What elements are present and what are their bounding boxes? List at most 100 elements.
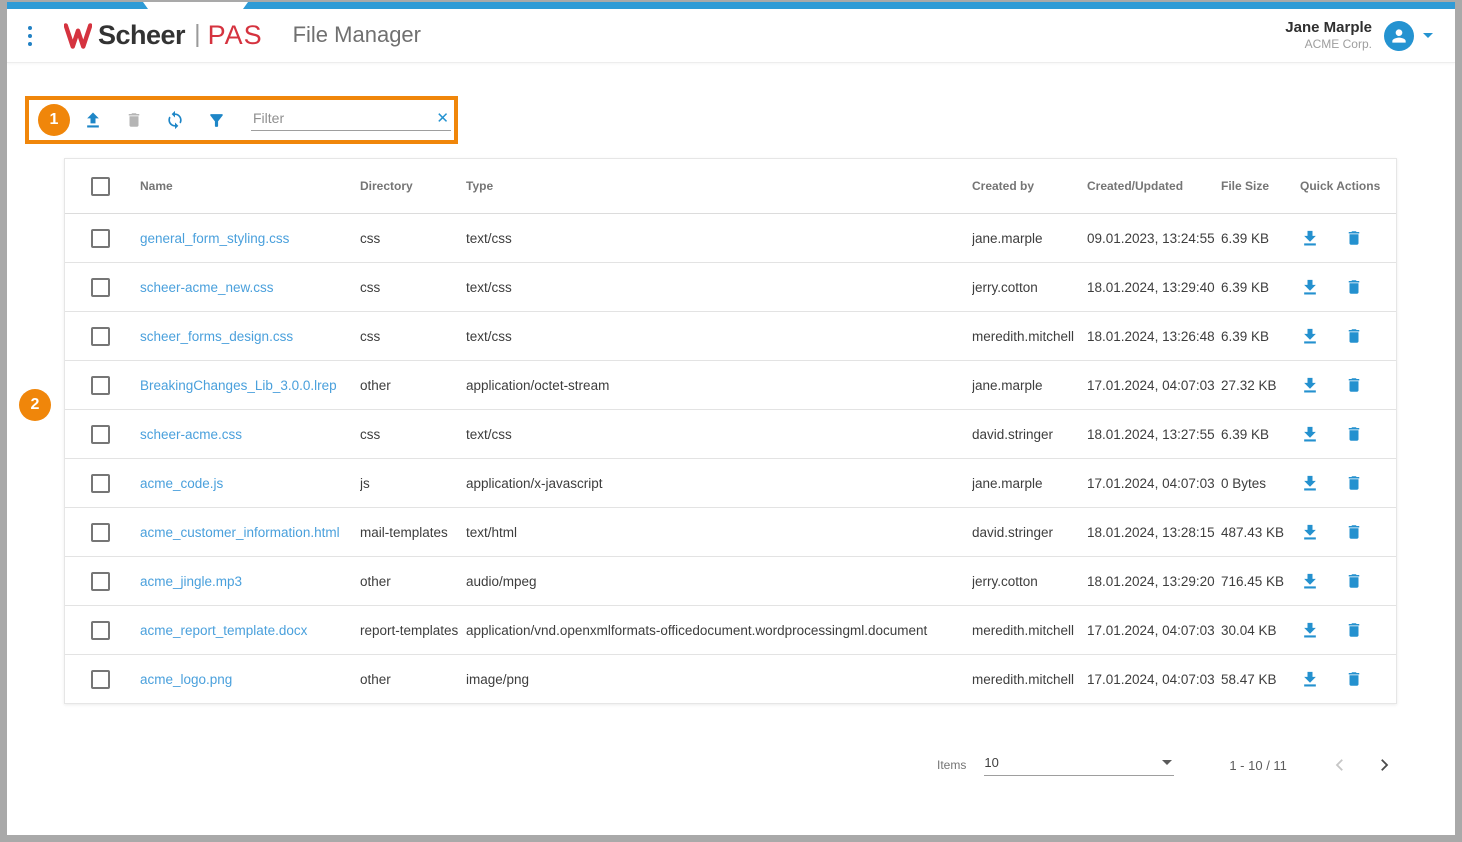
user-avatar-icon[interactable]: [1384, 21, 1414, 51]
tab-notch: [143, 2, 248, 9]
created-updated-cell: 18.01.2024, 13:29:20: [1087, 574, 1221, 589]
toolbar: 1 ✕: [25, 96, 458, 144]
delete-icon[interactable]: [1344, 522, 1364, 542]
user-menu[interactable]: Jane Marple ACME Corp.: [1285, 19, 1433, 53]
delete-icon[interactable]: [1344, 571, 1364, 591]
type-cell: text/css: [466, 231, 972, 246]
type-cell: text/css: [466, 280, 972, 295]
row-checkbox[interactable]: [91, 327, 110, 346]
table-header-row: Name Directory Type Created by Created/U…: [65, 159, 1396, 214]
column-header-directory: Directory: [360, 179, 466, 193]
download-icon[interactable]: [1300, 669, 1320, 689]
file-name-link[interactable]: scheer-acme_new.css: [140, 280, 274, 295]
file-name-link[interactable]: acme_jingle.mp3: [140, 574, 242, 589]
row-checkbox[interactable]: [91, 523, 110, 542]
download-icon[interactable]: [1300, 277, 1320, 297]
filter-input[interactable]: [251, 109, 434, 127]
directory-cell: js: [360, 476, 466, 491]
delete-icon[interactable]: [1344, 424, 1364, 444]
delete-icon[interactable]: [1344, 669, 1364, 689]
delete-icon[interactable]: [1344, 277, 1364, 297]
directory-cell: css: [360, 231, 466, 246]
file-name-link[interactable]: general_form_styling.css: [140, 231, 289, 246]
filter-field: ✕: [251, 109, 451, 131]
next-page-icon[interactable]: [1373, 754, 1395, 776]
download-icon[interactable]: [1300, 571, 1320, 591]
select-all-checkbox[interactable]: [91, 177, 110, 196]
download-icon[interactable]: [1300, 620, 1320, 640]
created-updated-cell: 17.01.2024, 04:07:03: [1087, 476, 1221, 491]
created-updated-cell: 18.01.2024, 13:28:15: [1087, 525, 1221, 540]
created-by-cell: jane.marple: [972, 231, 1087, 246]
created-by-cell: jane.marple: [972, 378, 1087, 393]
download-icon[interactable]: [1300, 326, 1320, 346]
type-cell: application/octet-stream: [466, 378, 972, 393]
clear-x-icon[interactable]: ✕: [434, 111, 451, 126]
page-size-value: 10: [984, 755, 998, 770]
file-name-link[interactable]: acme_customer_information.html: [140, 525, 340, 540]
brand-logo: Scheer | PAS: [64, 20, 263, 51]
prev-page-icon[interactable]: [1329, 754, 1351, 776]
vertical-dots-icon[interactable]: [24, 22, 36, 50]
table-row: acme_customer_information.html mail-temp…: [65, 508, 1396, 557]
type-cell: text/css: [466, 329, 972, 344]
created-by-cell: meredith.mitchell: [972, 672, 1087, 687]
file-name-link[interactable]: BreakingChanges_Lib_3.0.0.lrep: [140, 378, 337, 393]
refresh-icon[interactable]: [165, 110, 185, 130]
type-cell: image/png: [466, 672, 972, 687]
download-icon[interactable]: [1300, 473, 1320, 493]
created-by-cell: david.stringer: [972, 525, 1087, 540]
pagination: Items 10 1 - 10 / 11: [937, 750, 1395, 780]
directory-cell: other: [360, 378, 466, 393]
row-checkbox[interactable]: [91, 621, 110, 640]
row-checkbox[interactable]: [91, 474, 110, 493]
download-icon[interactable]: [1300, 228, 1320, 248]
file-name-link[interactable]: acme_report_template.docx: [140, 623, 307, 638]
created-updated-cell: 17.01.2024, 04:07:03: [1087, 378, 1221, 393]
row-checkbox[interactable]: [91, 425, 110, 444]
type-cell: text/css: [466, 427, 972, 442]
file-name-link[interactable]: scheer_forms_design.css: [140, 329, 293, 344]
row-checkbox[interactable]: [91, 376, 110, 395]
file-name-link[interactable]: scheer-acme.css: [140, 427, 242, 442]
directory-cell: css: [360, 427, 466, 442]
page-size-select[interactable]: 10: [984, 755, 1174, 776]
table-row: general_form_styling.css css text/css ja…: [65, 214, 1396, 263]
funnel-icon[interactable]: [206, 110, 226, 130]
upload-icon[interactable]: [83, 110, 103, 130]
row-checkbox[interactable]: [91, 278, 110, 297]
table-row: acme_report_template.docx report-templat…: [65, 606, 1396, 655]
directory-cell: css: [360, 280, 466, 295]
directory-cell: mail-templates: [360, 525, 466, 540]
delete-toolbar-icon[interactable]: [124, 110, 144, 130]
column-header-file-size: File Size: [1221, 179, 1288, 193]
file-size-cell: 6.39 KB: [1221, 280, 1288, 295]
download-icon[interactable]: [1300, 375, 1320, 395]
table-row: BreakingChanges_Lib_3.0.0.lrep other app…: [65, 361, 1396, 410]
type-cell: application/x-javascript: [466, 476, 972, 491]
download-icon[interactable]: [1300, 522, 1320, 542]
created-by-cell: david.stringer: [972, 427, 1087, 442]
row-checkbox[interactable]: [91, 670, 110, 689]
delete-icon[interactable]: [1344, 326, 1364, 346]
directory-cell: report-templates: [360, 623, 466, 638]
created-updated-cell: 09.01.2023, 13:24:55: [1087, 231, 1221, 246]
file-size-cell: 27.32 KB: [1221, 378, 1288, 393]
column-header-created-updated: Created/Updated: [1087, 179, 1221, 193]
delete-icon[interactable]: [1344, 375, 1364, 395]
row-checkbox[interactable]: [91, 229, 110, 248]
file-name-link[interactable]: acme_code.js: [140, 476, 223, 491]
delete-icon[interactable]: [1344, 620, 1364, 640]
column-header-created-by: Created by: [972, 179, 1087, 193]
delete-icon[interactable]: [1344, 228, 1364, 248]
brand-pas: PAS: [208, 20, 263, 51]
brand-scheer: Scheer: [98, 20, 185, 51]
chevron-down-icon[interactable]: [1423, 33, 1433, 38]
download-icon[interactable]: [1300, 424, 1320, 444]
column-header-type: Type: [466, 179, 972, 193]
delete-icon[interactable]: [1344, 473, 1364, 493]
items-label: Items: [937, 758, 966, 772]
created-by-cell: meredith.mitchell: [972, 623, 1087, 638]
row-checkbox[interactable]: [91, 572, 110, 591]
file-name-link[interactable]: acme_logo.png: [140, 672, 232, 687]
